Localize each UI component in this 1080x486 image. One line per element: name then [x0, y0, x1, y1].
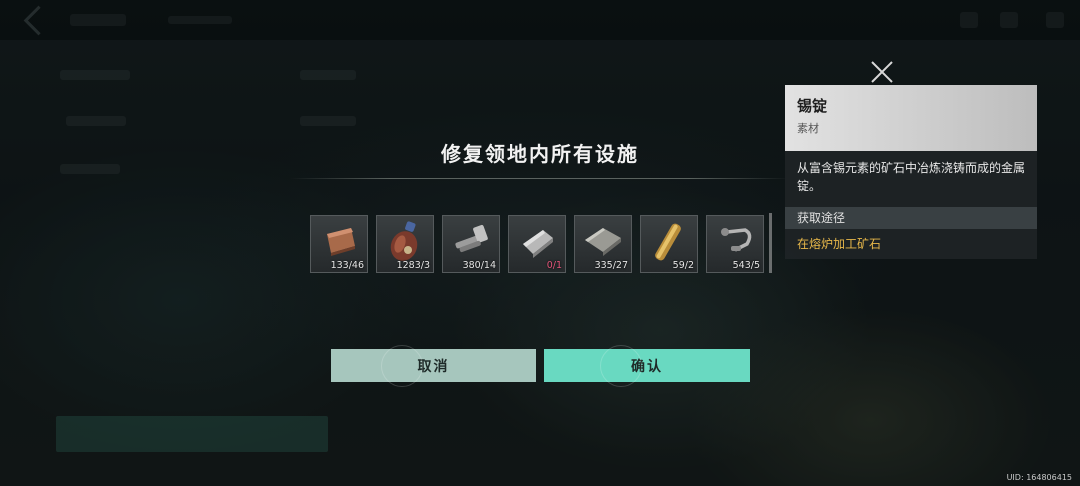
material-count: 133/46 [330, 260, 364, 271]
item-description: 从富含锡元素的矿石中冶炼浇铸而成的金属锭。 [797, 161, 1026, 193]
confirm-label: 确认 [631, 358, 663, 375]
material-slot[interactable]: 543/5 [706, 215, 764, 273]
dialog-divider [290, 178, 790, 179]
item-type: 素材 [797, 122, 819, 135]
tooltip-header: 锡锭 素材 [785, 85, 1037, 151]
source-link[interactable]: 在熔炉加工矿石 [797, 237, 881, 251]
material-count: 543/5 [732, 260, 760, 271]
item-tooltip: 锡锭 素材 从富含锡元素的矿石中冶炼浇铸而成的金属锭。 获取途径 在熔炉加工矿石 [785, 85, 1037, 259]
material-count: 1283/3 [396, 260, 430, 271]
materials-list: 133/46 1283/3 380/14 0/1 335/27 59/2 543… [310, 215, 780, 273]
source-header: 获取途径 [785, 207, 1037, 229]
material-slot[interactable]: 0/1 [508, 215, 566, 273]
shackle-icon [721, 228, 752, 252]
cancel-label: 取消 [417, 358, 450, 375]
bolt-icon [455, 224, 488, 253]
material-count: 380/14 [462, 260, 496, 271]
material-slot[interactable]: 380/14 [442, 215, 500, 273]
material-slot[interactable]: 1283/3 [376, 215, 434, 273]
brass-pipe-icon [655, 223, 681, 261]
close-icon[interactable] [868, 58, 896, 86]
copper-ingot-icon [327, 228, 355, 256]
tin-ingot-icon [523, 230, 553, 258]
metal-plate-icon [585, 228, 621, 256]
dialog-title: 修复领地内所有设施 [441, 142, 639, 166]
materials-scrollbar[interactable] [769, 213, 772, 273]
uid-label: UID: 164806415 [1006, 473, 1072, 482]
tooltip-body: 从富含锡元素的矿石中冶炼浇铸而成的金属锭。 [785, 151, 1037, 207]
material-count: 335/27 [594, 260, 628, 271]
material-slot[interactable]: 59/2 [640, 215, 698, 273]
material-count: 59/2 [672, 260, 694, 271]
source-section: 在熔炉加工矿石 [785, 229, 1037, 259]
gas-bottle-icon [390, 221, 418, 261]
item-name: 锡锭 [797, 97, 828, 115]
confirm-button[interactable]: 确认 [544, 345, 750, 387]
cancel-button[interactable]: 取消 [331, 345, 536, 387]
material-slot[interactable]: 133/46 [310, 215, 368, 273]
material-count: 0/1 [546, 260, 562, 271]
material-slot[interactable]: 335/27 [574, 215, 632, 273]
